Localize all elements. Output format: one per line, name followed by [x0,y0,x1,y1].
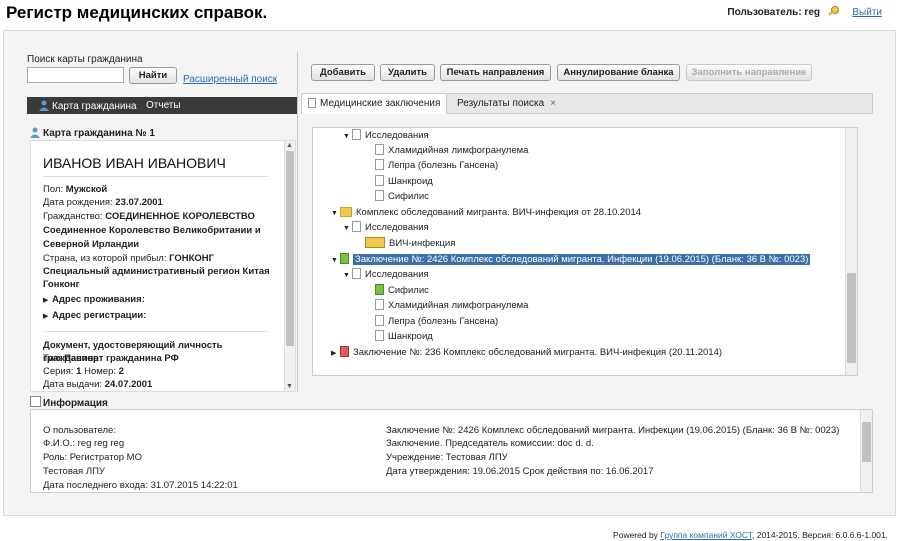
fill-referral-button[interactable]: Заполнить направление [686,64,812,81]
search-input[interactable] [27,67,124,83]
info-scrollbar[interactable] [860,410,872,492]
logout-link[interactable]: Выйти [852,7,882,18]
person-icon [39,100,49,111]
card-scrollbar[interactable]: ▲ ▼ [284,141,295,391]
print-referral-button[interactable]: Печать направления [440,64,551,81]
document-icon [375,159,384,170]
close-icon[interactable]: × [550,98,556,109]
document-icon [375,175,384,186]
address-registration-toggle[interactable]: ▶ Адрес регистрации: [43,309,273,323]
document-icon [352,268,361,279]
tree-node[interactable]: ▼ Исследования [343,129,429,143]
citizen-card-panel: ИВАНОВ ИВАН ИВАНОВИЧ Пол: Мужской Дата р… [30,140,296,392]
app-title: Регистр медицинских справок. [6,3,268,22]
tree-node[interactable]: ▼ Исследования [343,268,429,282]
virus-icon [365,237,385,248]
document-icon [375,190,384,201]
id-doc-issue-date: Дата выдачи: 24.07.2001 [43,379,153,390]
citizen-fio: ИВАНОВ ИВАН ИВАНОВИЧ [43,155,226,171]
tree-node[interactable]: Хламидийная лимфогранулема [375,144,528,158]
citizenship-row: Гражданство: СОЕДИНЕННОЕ КОРОЛЕВСТВО [43,211,255,222]
citizenship-full-2: Северной Ирландии [43,239,140,250]
id-doc-type: Тип: Паспорт гражданина РФ [43,353,179,364]
document-icon [352,221,361,232]
divider [43,176,268,177]
card-header-text: Карта гражданина № 1 [43,128,155,139]
current-user: Пользователь: reg [727,7,820,18]
info-line: Учреждение: Тестовая ЛПУ [386,452,508,463]
document-icon [308,98,316,108]
id-doc-series-number: Серия: 1 Номер: 2 [43,366,124,377]
info-line: О пользователе: [43,425,116,436]
document-icon [375,330,384,341]
info-line: Тестовая ЛПУ [43,466,105,477]
tree-scrollbar[interactable] [845,128,857,375]
citizenship-full-1: Соединенное Королевство Великобритании и [43,225,261,236]
nav-citizen-card[interactable]: Карта гражданина [39,100,137,112]
footer: Powered by Группа компаний ХОСТ, 2014-20… [613,530,888,540]
cancel-form-button[interactable]: Аннулирование бланка [557,64,680,81]
tab-results-label: Результаты поиска [457,98,545,109]
tree-node[interactable]: ▼ Комплекс обследований мигранта. ВИЧ-инф… [331,206,641,220]
nav-citizen-card-label: Карта гражданина [52,101,137,112]
region-2: Гонконг [43,279,80,290]
tree-node[interactable]: Лепра (болезнь Гансена) [375,315,498,329]
nav-reports[interactable]: Отчеты [146,100,181,111]
document-icon [352,129,361,140]
splitter[interactable] [297,52,298,392]
advanced-search-link[interactable]: Расширенный поиск [183,74,277,85]
tree-node[interactable]: Хламидийная лимфогранулема [375,299,528,313]
check-icon [375,284,384,295]
divider [43,331,268,332]
find-button[interactable]: Найти [129,67,177,84]
add-button[interactable]: Добавить [311,64,375,81]
info-line: Ф.И.О.: reg reg reg [43,438,125,449]
tree-node[interactable]: ▼ Исследования [343,221,429,235]
info-header: Информация [30,396,108,409]
key-icon [828,6,839,16]
approved-icon [340,253,349,264]
tab-med-conclusions[interactable]: Медицинские заключения [302,94,448,114]
tree-node[interactable]: Шанкроид [375,330,433,344]
tree-node[interactable]: Лепра (болезнь Гансена) [375,159,498,173]
dob-row: Дата рождения: 23.07.2001 [43,197,163,208]
company-link[interactable]: Группа компаний ХОСТ [660,530,752,540]
tab-bar: Медицинские заключения Результаты поиска… [301,93,873,114]
tree-node-selected[interactable]: ▼ Заключение №: 2426 Комплекс обследовани… [331,253,811,267]
info-line: Роль: Регистратор МО [43,452,142,463]
person-icon [30,127,40,138]
document-icon [375,299,384,310]
info-line: Заключение. Председатель комиссии: doc d… [386,438,594,449]
tree-node[interactable]: Сифилис [375,284,429,298]
folder-icon [340,207,352,217]
tree-node[interactable]: Шанкроид [375,175,433,189]
tree-node[interactable]: Сифилис [375,190,429,204]
tree-node[interactable]: ▶ Заключение №: 236 Комплекс обследований… [331,346,722,360]
info-line: Дата последнего входа: 31.07.2015 14:22:… [43,480,238,491]
address-residence-toggle[interactable]: ▶ Адрес проживания: [43,293,273,307]
card-header: Карта гражданина № 1 [30,127,155,139]
tree-node[interactable]: ВИЧ-инфекция [365,237,455,251]
info-panel: О пользователе: Ф.И.О.: reg reg reg Роль… [30,409,873,493]
left-nav: Карта гражданина Отчеты [27,97,297,114]
delete-button[interactable]: Удалить [380,64,435,81]
info-icon [30,396,41,407]
tab-med-label: Медицинские заключения [320,98,441,109]
region-1: Специальный административный регион Кита… [43,266,270,277]
arrival-country-row: Страна, из которой прибыл: ГОНКОНГ [43,253,215,264]
document-icon [375,144,384,155]
info-line: Заключение №: 2426 Комплекс обследований… [386,425,840,436]
document-icon [375,315,384,326]
info-line: Дата утверждения: 19.06.2015 Срок действ… [386,466,654,477]
conclusion-icon [340,346,349,357]
conclusions-tree: ▼ Исследования Хламидийная лимфогранулема… [312,127,858,376]
tab-search-results[interactable]: Результаты поиска × [451,94,562,114]
search-label: Поиск карты гражданина [27,54,143,65]
sex-row: Пол: Мужской [43,184,108,195]
info-header-text: Информация [43,398,108,409]
